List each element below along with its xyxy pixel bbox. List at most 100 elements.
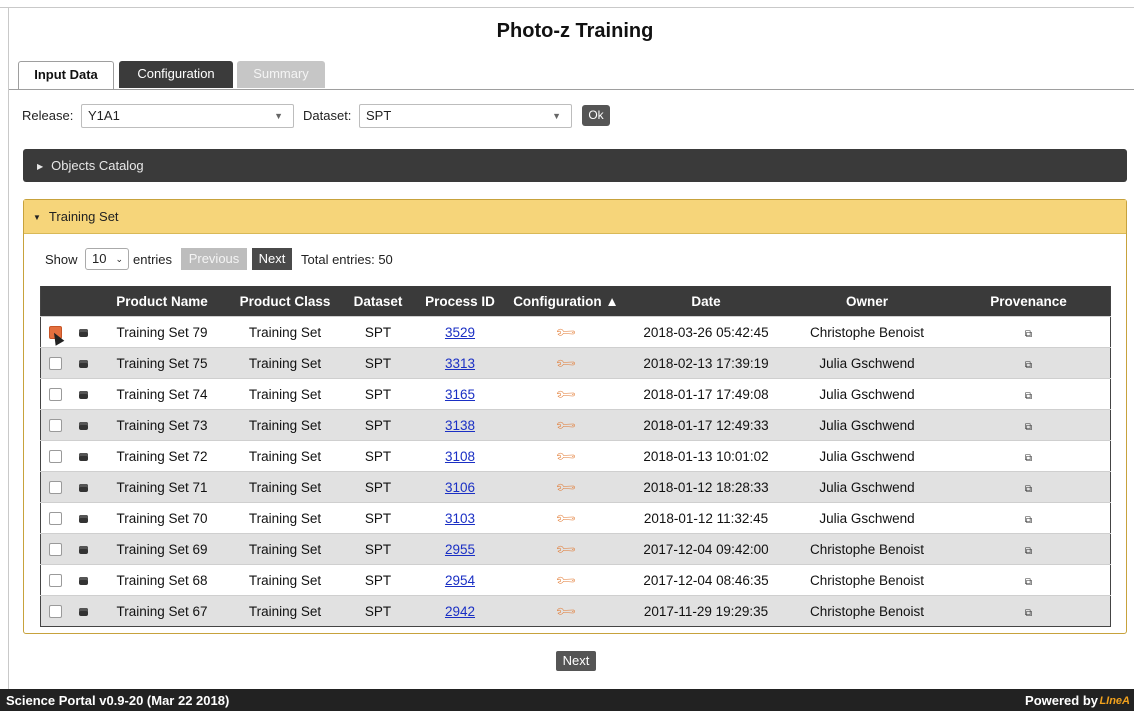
previous-page-button[interactable]: Previous (181, 248, 247, 270)
tab-input-data[interactable]: Input Data (18, 61, 114, 90)
view-icon[interactable] (78, 483, 88, 492)
external-link-icon[interactable]: ⧉ (1025, 360, 1032, 371)
row-checkbox[interactable] (48, 357, 62, 371)
table-row[interactable]: Training Set 67 Training Set SPT 2942 🔧︎… (40, 595, 1111, 627)
row-checkbox[interactable] (48, 388, 62, 402)
product-name-cell: Training Set 73 (97, 409, 227, 441)
wrench-icon[interactable]: 🔧︎ (554, 537, 579, 562)
external-link-icon[interactable]: ⧉ (1025, 484, 1032, 495)
wrench-icon[interactable]: 🔧︎ (554, 506, 579, 531)
external-link-icon[interactable]: ⧉ (1025, 608, 1032, 619)
external-link-icon[interactable]: ⧉ (1025, 453, 1032, 464)
next-step-button[interactable]: Next (556, 651, 596, 671)
frame-left-border (8, 7, 9, 689)
external-link-icon[interactable]: ⧉ (1025, 422, 1032, 433)
process-id-link[interactable]: 3138 (445, 418, 475, 433)
table-row[interactable]: Training Set 73 Training Set SPT 3138 🔧︎… (40, 409, 1111, 441)
table-row[interactable]: Training Set 79 Training Set SPT 3529 🔧︎… (40, 316, 1111, 348)
process-id-link[interactable]: 3529 (445, 325, 475, 340)
column-header-date[interactable]: Date (625, 286, 787, 317)
row-checkbox[interactable] (48, 605, 62, 619)
process-id-link[interactable]: 3108 (445, 449, 475, 464)
table-row[interactable]: Training Set 74 Training Set SPT 3165 🔧︎… (40, 378, 1111, 410)
configuration-cell: 🔧︎ (507, 409, 625, 441)
wrench-icon[interactable]: 🔧︎ (554, 320, 579, 345)
wrench-icon[interactable]: 🔧︎ (554, 413, 579, 438)
chevron-down-icon: ▼ (552, 111, 561, 121)
next-page-button[interactable]: Next (252, 248, 292, 270)
row-view-cell (69, 533, 97, 565)
column-header-dataset[interactable]: Dataset (343, 286, 413, 317)
owner-cell: Christophe Benoist (787, 533, 947, 565)
wrench-icon[interactable]: 🔧︎ (554, 351, 579, 376)
wrench-icon[interactable]: 🔧︎ (554, 382, 579, 407)
row-checkbox[interactable] (48, 574, 62, 588)
provenance-cell: ⧉ (947, 347, 1111, 379)
external-link-icon[interactable]: ⧉ (1025, 515, 1032, 526)
view-icon[interactable] (78, 328, 88, 337)
entries-per-page-select[interactable]: 10 ⌄ (85, 248, 129, 270)
view-icon[interactable] (78, 421, 88, 430)
table-row[interactable]: Training Set 70 Training Set SPT 3103 🔧︎… (40, 502, 1111, 534)
show-label: Show (45, 252, 78, 267)
linea-logo[interactable]: LIneA (1099, 689, 1130, 713)
table-row[interactable]: Training Set 71 Training Set SPT 3106 🔧︎… (40, 471, 1111, 503)
row-checkbox[interactable] (48, 543, 62, 557)
view-icon[interactable] (78, 607, 88, 616)
objects-catalog-panel-header[interactable]: ▶ Objects Catalog (23, 149, 1127, 182)
view-icon[interactable] (78, 514, 88, 523)
process-id-link[interactable]: 2942 (445, 604, 475, 619)
process-id-link[interactable]: 3106 (445, 480, 475, 495)
table-row[interactable]: Training Set 69 Training Set SPT 2955 🔧︎… (40, 533, 1111, 565)
external-link-icon[interactable]: ⧉ (1025, 577, 1032, 588)
external-link-icon[interactable]: ⧉ (1025, 391, 1032, 402)
process-id-link[interactable]: 2955 (445, 542, 475, 557)
process-id-link[interactable]: 3313 (445, 356, 475, 371)
column-header-view (69, 286, 97, 317)
page-title: Photo-z Training (496, 20, 654, 42)
view-icon[interactable] (78, 545, 88, 554)
process-id-link[interactable]: 3165 (445, 387, 475, 402)
table-row[interactable]: Training Set 72 Training Set SPT 3108 🔧︎… (40, 440, 1111, 472)
product-class-cell: Training Set (227, 595, 343, 627)
table-row[interactable]: Training Set 75 Training Set SPT 3313 🔧︎… (40, 347, 1111, 379)
wrench-icon[interactable]: 🔧︎ (554, 568, 579, 593)
table-body: Training Set 79 Training Set SPT 3529 🔧︎… (40, 316, 1111, 627)
provenance-cell: ⧉ (947, 595, 1111, 627)
process-id-link[interactable]: 3103 (445, 511, 475, 526)
column-header-provenance[interactable]: Provenance (947, 286, 1111, 317)
table-row[interactable]: Training Set 68 Training Set SPT 2954 🔧︎… (40, 564, 1111, 596)
release-select[interactable]: Y1A1 ▼ (81, 104, 294, 128)
external-link-icon[interactable]: ⧉ (1025, 546, 1032, 557)
dataset-cell: SPT (343, 378, 413, 410)
process-id-link[interactable]: 2954 (445, 573, 475, 588)
row-checkbox[interactable] (48, 512, 62, 526)
view-icon[interactable] (78, 576, 88, 585)
column-header-product-name[interactable]: Product Name (97, 286, 227, 317)
row-checkbox[interactable] (48, 419, 62, 433)
view-icon[interactable] (78, 359, 88, 368)
column-header-owner[interactable]: Owner (787, 286, 947, 317)
row-checkbox[interactable] (48, 450, 62, 464)
dataset-select[interactable]: SPT ▼ (359, 104, 572, 128)
training-set-panel-header[interactable]: ▼ Training Set (24, 200, 1126, 234)
view-icon[interactable] (78, 452, 88, 461)
column-header-product-class[interactable]: Product Class (227, 286, 343, 317)
owner-cell: Julia Gschwend (787, 440, 947, 472)
column-header-configuration[interactable]: Configuration ▲ (507, 286, 625, 317)
ok-button[interactable]: Ok (582, 105, 610, 126)
wrench-icon[interactable]: 🔧︎ (554, 475, 579, 500)
training-set-label: Training Set (48, 209, 119, 224)
tab-configuration[interactable]: Configuration (119, 61, 233, 88)
date-cell: 2018-01-17 12:49:33 (625, 409, 787, 441)
chevron-down-icon: ▼ (274, 111, 283, 121)
dataset-cell: SPT (343, 502, 413, 534)
column-header-process-id[interactable]: Process ID (413, 286, 507, 317)
product-class-cell: Training Set (227, 409, 343, 441)
wrench-icon[interactable]: 🔧︎ (554, 444, 579, 469)
row-checkbox[interactable] (48, 481, 62, 495)
external-link-icon[interactable]: ⧉ (1025, 329, 1032, 340)
view-icon[interactable] (78, 390, 88, 399)
wrench-icon[interactable]: 🔧︎ (554, 599, 579, 624)
product-name-cell: Training Set 72 (97, 440, 227, 472)
